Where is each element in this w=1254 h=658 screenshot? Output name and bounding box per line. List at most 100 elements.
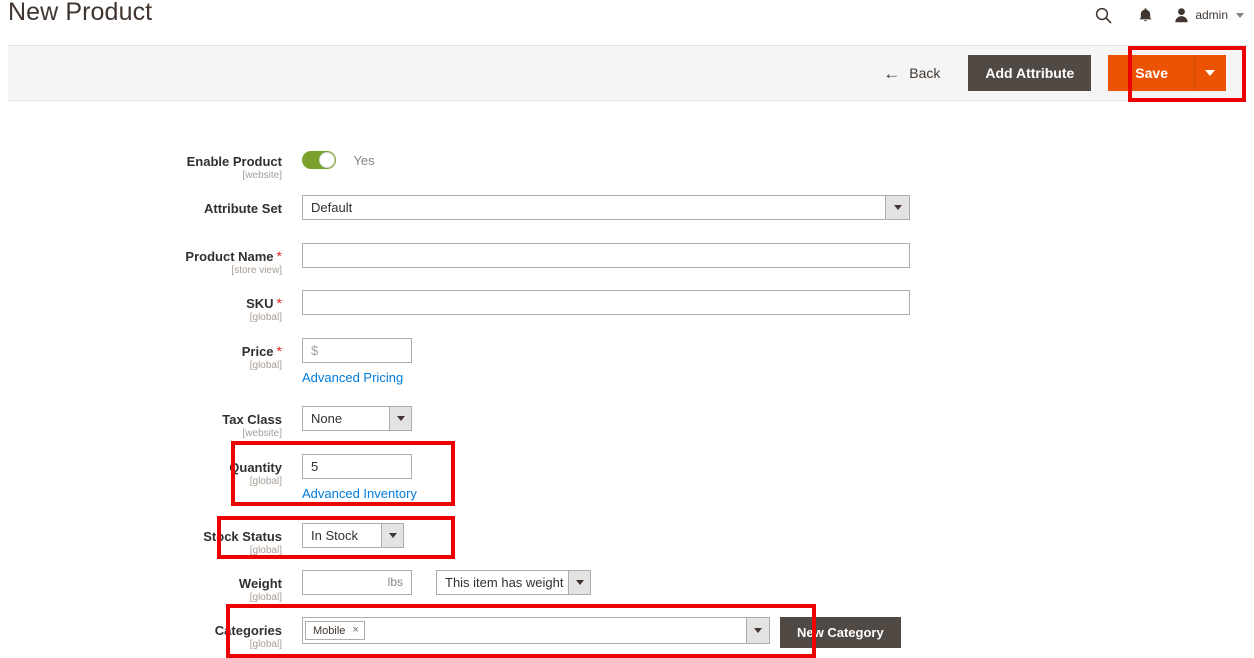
label-text: SKU * — [246, 295, 282, 312]
categories-multiselect[interactable]: Mobile × — [302, 617, 770, 644]
field-label-quantity: Quantity [global] — [0, 454, 302, 488]
tax-class-value: None — [311, 411, 343, 426]
label-scope: [store view] — [231, 265, 282, 276]
field-tax-class: Tax Class [website] None — [0, 406, 412, 440]
control-attribute-set: Default — [302, 195, 910, 220]
back-button-label: Back — [909, 65, 941, 81]
user-avatar-icon — [1175, 8, 1189, 23]
header-tools: admin — [1082, 0, 1244, 30]
field-label-categories: Categories [global] — [0, 617, 302, 651]
price-input[interactable] — [302, 338, 412, 363]
field-stock-status: Stock Status [global] In Stock — [0, 523, 404, 557]
label-text: Weight — [238, 576, 282, 591]
field-label-sku: SKU * [global] — [0, 290, 302, 324]
arrow-left-icon: ← — [883, 63, 901, 83]
label-scope: [global] — [249, 360, 282, 371]
field-sku: SKU * [global] — [0, 290, 910, 324]
field-label-product-name: Product Name * [store view] — [0, 243, 302, 277]
bell-icon[interactable] — [1124, 0, 1166, 30]
label-scope: [global] — [249, 639, 282, 650]
stock-status-value: In Stock — [311, 528, 358, 543]
attribute-set-select[interactable]: Default — [302, 195, 910, 220]
field-attribute-set: Attribute Set Default — [0, 195, 910, 220]
chevron-down-icon[interactable] — [389, 407, 411, 430]
advanced-pricing-link[interactable]: Advanced Pricing — [302, 370, 403, 385]
chevron-down-icon[interactable] — [381, 524, 403, 547]
enable-product-value: Yes — [353, 152, 375, 168]
label-text: Tax Class — [222, 412, 282, 427]
chevron-down-icon — [1205, 70, 1215, 76]
category-chip: Mobile × — [305, 621, 365, 640]
label-text: Quantity — [229, 460, 282, 475]
page-title: New Product — [8, 0, 153, 26]
field-price: Price* [global] Advanced Pricing — [0, 338, 412, 387]
chevron-down-icon[interactable] — [568, 571, 590, 594]
search-icon-glyph — [1095, 7, 1112, 23]
chevron-down-icon — [1236, 12, 1244, 18]
required-marker: * — [276, 295, 282, 311]
label-text: Product Name * — [185, 248, 282, 265]
tax-class-select[interactable]: None — [302, 406, 412, 431]
page-actions-group: ← Back Add Attribute Save — [879, 46, 1238, 100]
admin-user-menu[interactable]: admin — [1166, 0, 1244, 30]
caret-glyph — [388, 533, 397, 538]
page-actions-toolbar: ← Back Add Attribute Save — [8, 45, 1246, 101]
field-label-tax-class: Tax Class [website] — [0, 406, 302, 440]
label-scope: [website] — [242, 170, 282, 181]
control-quantity: Advanced Inventory — [302, 454, 417, 503]
weight-input-wrap: lbs — [302, 570, 412, 595]
caret-glyph — [396, 416, 405, 421]
field-categories: Categories [global] Mobile × New Categor… — [0, 617, 901, 651]
stock-status-select[interactable]: In Stock — [302, 523, 404, 548]
quantity-input[interactable] — [302, 454, 412, 479]
control-enable-product: Yes — [302, 148, 375, 169]
admin-user-label: admin — [1195, 8, 1228, 22]
advanced-inventory-link[interactable]: Advanced Inventory — [302, 486, 417, 501]
page-header: New Product admin — [0, 0, 1254, 45]
back-button[interactable]: ← Back — [879, 57, 956, 90]
required-marker: * — [276, 248, 282, 264]
chevron-down-icon[interactable] — [746, 617, 770, 644]
label-text: Price * — [241, 343, 282, 360]
control-categories: Mobile × New Category — [302, 617, 901, 648]
product-name-input[interactable] — [302, 243, 910, 268]
save-button[interactable]: Save — [1108, 55, 1195, 91]
label-text: Attribute Set — [204, 201, 282, 216]
label-scope: [global] — [249, 476, 282, 487]
save-button-group: Save — [1108, 55, 1226, 91]
label-scope: [global] — [249, 545, 282, 556]
control-tax-class: None — [302, 406, 412, 431]
save-dropdown-button[interactable] — [1195, 55, 1226, 91]
has-weight-value: This item has weight — [445, 575, 564, 590]
control-sku — [302, 290, 910, 315]
sku-input[interactable] — [302, 290, 910, 315]
control-stock-status: In Stock — [302, 523, 404, 548]
label-scope: [global] — [249, 312, 282, 323]
new-category-button[interactable]: New Category — [780, 617, 901, 648]
label-scope: [website] — [242, 428, 282, 439]
close-icon[interactable]: × — [352, 625, 358, 636]
field-label-attribute-set: Attribute Set — [0, 195, 302, 216]
field-label-enable-product: Enable Product [website] — [0, 148, 302, 182]
chevron-down-icon[interactable] — [885, 196, 909, 219]
control-weight: lbs This item has weight — [302, 570, 591, 595]
field-label-weight: Weight [global] — [0, 570, 302, 604]
control-product-name — [302, 243, 910, 268]
required-marker: * — [276, 343, 282, 359]
add-attribute-button[interactable]: Add Attribute — [968, 55, 1092, 91]
caret-glyph — [575, 580, 584, 585]
attribute-set-value: Default — [311, 200, 353, 215]
search-icon[interactable] — [1082, 0, 1124, 30]
label-text: Stock Status — [203, 529, 282, 544]
label-text: Categories — [214, 623, 282, 638]
enable-product-toggle[interactable] — [302, 151, 336, 169]
toggle-knob — [319, 152, 335, 168]
field-product-name: Product Name * [store view] — [0, 243, 910, 277]
caret-glyph — [893, 205, 902, 210]
field-weight: Weight [global] lbs This item has weight — [0, 570, 591, 604]
field-label-price: Price * [global] — [0, 338, 302, 372]
weight-input[interactable] — [302, 570, 412, 595]
has-weight-select[interactable]: This item has weight — [436, 570, 591, 595]
field-label-stock-status: Stock Status [global] — [0, 523, 302, 557]
caret-glyph — [754, 628, 762, 633]
